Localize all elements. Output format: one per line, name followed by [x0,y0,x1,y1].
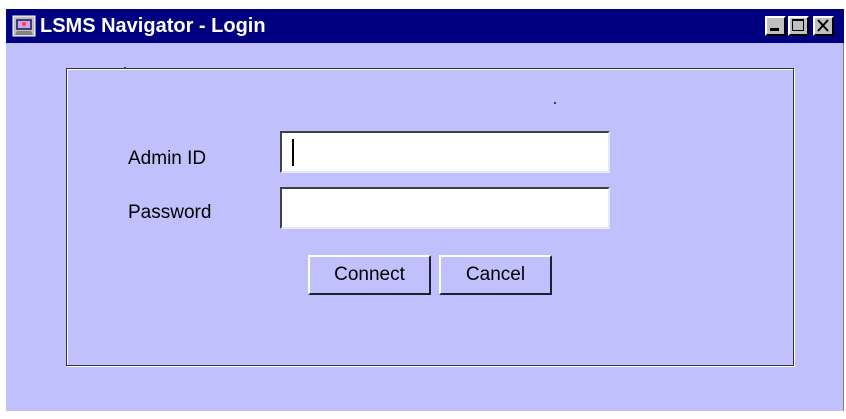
admin-id-label: Admin ID [128,148,207,169]
connect-button[interactable]: Connect [308,255,431,295]
admin-id-field[interactable] [280,131,610,173]
login-window: LSMS Navigator - Login Admin ID Password… [6,9,844,411]
app-logo-icon[interactable] [12,14,36,38]
text-caret [292,139,294,166]
panel-mark [124,67,126,69]
panel-mark [554,102,556,104]
maximize-button[interactable] [788,16,809,36]
password-field[interactable] [280,187,610,229]
close-button[interactable] [813,16,834,36]
password-label: Password [128,202,212,223]
cancel-button[interactable]: Cancel [439,255,552,295]
minimize-button[interactable] [765,16,786,36]
title-bar[interactable]: LSMS Navigator - Login [6,9,844,43]
window-title: LSMS Navigator - Login [40,15,266,37]
